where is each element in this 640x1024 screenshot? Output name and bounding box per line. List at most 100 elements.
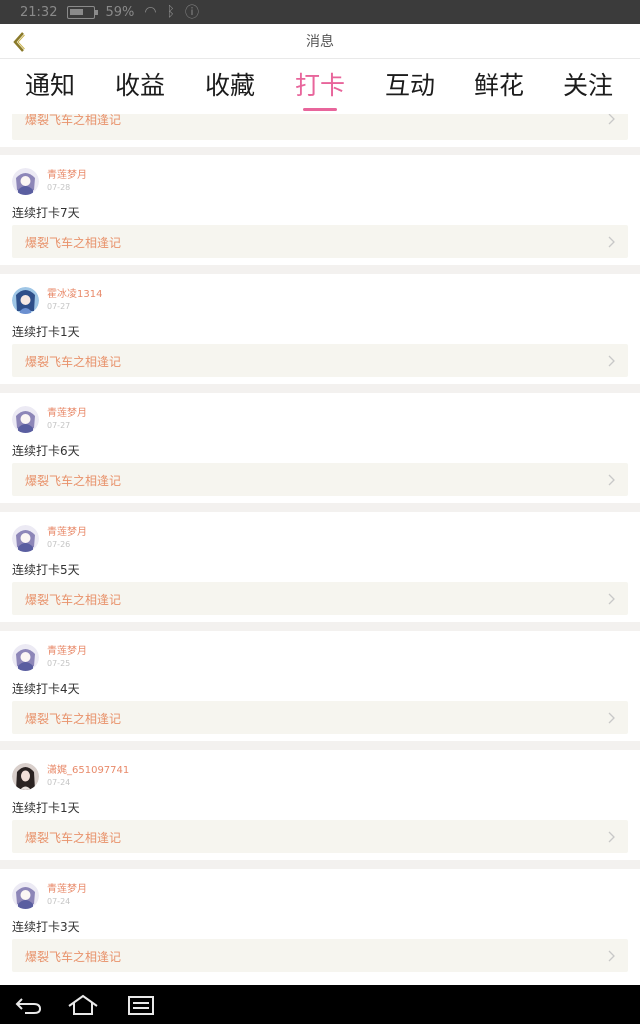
card-meta: 青莲梦月 07-24 (47, 884, 87, 910)
book-title: 爆裂飞车之相逢记 (25, 712, 122, 726)
card-meta: 青莲梦月 07-27 (47, 408, 87, 434)
tab-checkin[interactable]: 打卡 (285, 67, 355, 107)
post-date: 07-27 (47, 421, 71, 430)
status-time: 21:32 (20, 4, 58, 20)
avatar[interactable] (12, 287, 39, 314)
battery-level: 59% (105, 4, 135, 20)
avatar[interactable] (12, 168, 39, 195)
card-header: 潇娓_651097741 07-24 (12, 763, 129, 791)
back-button[interactable] (6, 28, 32, 56)
checkin-text: 连续打卡1天 (12, 801, 80, 815)
title-bar: 消息 (0, 24, 640, 59)
card-header: 青莲梦月 07-26 (12, 525, 87, 553)
feed-card: 霍冰凌1314 07-27 连续打卡1天 爆裂飞车之相逢记 (0, 274, 640, 384)
tab-earnings[interactable]: 收益 (105, 67, 175, 107)
book-link[interactable]: 爆裂飞车之相逢记 (12, 582, 628, 615)
checkin-feed[interactable]: 爆裂飞车之相逢记 青莲梦月 07-28 连续打卡7天 爆裂飞车之相逢记 霍冰凌1… (0, 114, 640, 985)
checkin-text: 连续打卡5天 (12, 563, 80, 577)
tab-flowers[interactable]: 鲜花 (464, 67, 534, 107)
post-date: 07-28 (47, 183, 71, 192)
home-icon[interactable] (66, 993, 100, 1017)
back-chevron-icon (13, 32, 25, 52)
card-meta: 青莲梦月 07-25 (47, 646, 87, 672)
username[interactable]: 青莲梦月 (47, 884, 87, 896)
card-header: 青莲梦月 07-24 (12, 882, 87, 910)
card-header: 青莲梦月 07-27 (12, 406, 87, 434)
page-title: 消息 (306, 34, 334, 50)
tab-favorites[interactable]: 收藏 (195, 67, 265, 107)
checkin-text: 连续打卡1天 (12, 325, 80, 339)
bluetooth-icon: ᛒ (166, 4, 175, 20)
feed-card-partial: 爆裂飞车之相逢记 (0, 114, 640, 147)
book-title: 爆裂飞车之相逢记 (25, 950, 122, 964)
checkin-text: 连续打卡3天 (12, 920, 80, 934)
feed-card: 青莲梦月 07-27 连续打卡6天 爆裂飞车之相逢记 (0, 393, 640, 503)
battery-icon (67, 5, 99, 19)
card-header: 霍冰凌1314 07-27 (12, 287, 102, 315)
book-link[interactable]: 爆裂飞车之相逢记 (12, 344, 628, 377)
post-date: 07-25 (47, 659, 71, 668)
chevron-right-icon (608, 593, 615, 605)
book-link[interactable]: 爆裂飞车之相逢记 (12, 114, 628, 140)
feed-card: 青莲梦月 07-26 连续打卡5天 爆裂飞车之相逢记 (0, 512, 640, 622)
book-title: 爆裂飞车之相逢记 (25, 114, 122, 127)
avatar[interactable] (12, 525, 39, 552)
username[interactable]: 霍冰凌1314 (47, 289, 102, 301)
tab-following[interactable]: 关注 (553, 67, 623, 107)
chevron-right-icon (608, 712, 615, 724)
back-icon[interactable] (12, 993, 46, 1017)
avatar[interactable] (12, 644, 39, 671)
username[interactable]: 青莲梦月 (47, 527, 87, 539)
feed-card: 青莲梦月 07-25 连续打卡4天 爆裂飞车之相逢记 (0, 631, 640, 741)
username[interactable]: 青莲梦月 (47, 646, 87, 658)
book-title: 爆裂飞车之相逢记 (25, 593, 122, 607)
book-link[interactable]: 爆裂飞车之相逢记 (12, 820, 628, 853)
alert-icon: ⓘ (185, 5, 199, 21)
book-title: 爆裂飞车之相逢记 (25, 355, 122, 369)
feed-card: 青莲梦月 07-24 连续打卡3天 爆裂飞车之相逢记 (0, 869, 640, 985)
tab-notifications[interactable]: 通知 (15, 67, 85, 107)
username[interactable]: 潇娓_651097741 (47, 765, 129, 777)
post-date: 07-24 (47, 897, 71, 906)
chevron-right-icon (608, 831, 615, 843)
chevron-right-icon (608, 114, 615, 125)
avatar[interactable] (12, 882, 39, 909)
card-meta: 青莲梦月 07-26 (47, 527, 87, 553)
chevron-right-icon (608, 355, 615, 367)
post-date: 07-26 (47, 540, 71, 549)
status-bar: 21:32 59% ◠ ᛒ ⓘ (0, 0, 640, 24)
book-link[interactable]: 爆裂飞车之相逢记 (12, 939, 628, 972)
username[interactable]: 青莲梦月 (47, 170, 87, 182)
book-title: 爆裂飞车之相逢记 (25, 831, 122, 845)
chevron-right-icon (608, 950, 615, 962)
book-link[interactable]: 爆裂飞车之相逢记 (12, 701, 628, 734)
checkin-text: 连续打卡7天 (12, 206, 80, 220)
tab-bar: 通知 收益 收藏 打卡 互动 鲜花 关注 (0, 59, 640, 114)
card-meta: 潇娓_651097741 07-24 (47, 765, 129, 791)
avatar[interactable] (12, 406, 39, 433)
active-tab-indicator (303, 108, 337, 111)
feed-card: 潇娓_651097741 07-24 连续打卡1天 爆裂飞车之相逢记 (0, 750, 640, 860)
chevron-right-icon (608, 474, 615, 486)
screen: 21:32 59% ◠ ᛒ ⓘ 消息 通知 收益 收藏 打卡 互动 鲜花 关注 … (0, 0, 640, 1024)
checkin-text: 连续打卡4天 (12, 682, 80, 696)
card-meta: 霍冰凌1314 07-27 (47, 289, 102, 315)
chevron-right-icon (608, 236, 615, 248)
book-link[interactable]: 爆裂飞车之相逢记 (12, 225, 628, 258)
card-header: 青莲梦月 07-25 (12, 644, 87, 672)
post-date: 07-27 (47, 302, 71, 311)
wifi-icon: ◠ (144, 4, 157, 20)
book-title: 爆裂飞车之相逢记 (25, 236, 122, 250)
book-title: 爆裂飞车之相逢记 (25, 474, 122, 488)
post-date: 07-24 (47, 778, 71, 787)
recent-apps-icon[interactable] (124, 993, 158, 1017)
checkin-text: 连续打卡6天 (12, 444, 80, 458)
tab-interactions[interactable]: 互动 (375, 67, 445, 107)
book-link[interactable]: 爆裂飞车之相逢记 (12, 463, 628, 496)
card-meta: 青莲梦月 07-28 (47, 170, 87, 196)
avatar[interactable] (12, 763, 39, 790)
card-header: 青莲梦月 07-28 (12, 168, 87, 196)
feed-card: 青莲梦月 07-28 连续打卡7天 爆裂飞车之相逢记 (0, 155, 640, 265)
username[interactable]: 青莲梦月 (47, 408, 87, 420)
system-nav-bar (0, 985, 640, 1024)
